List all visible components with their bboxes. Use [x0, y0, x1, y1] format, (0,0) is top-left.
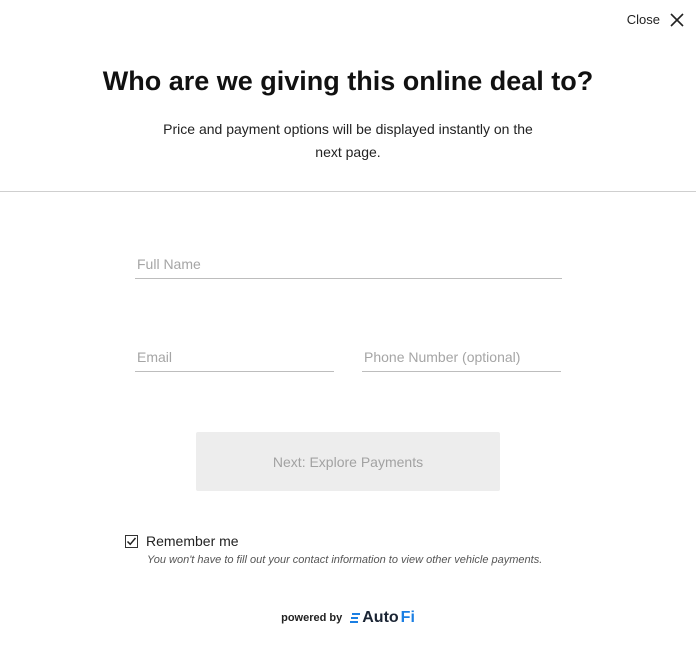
full-name-input[interactable]	[135, 255, 562, 279]
powered-by-label: powered by	[281, 612, 343, 624]
autofi-logo-icon	[350, 613, 361, 623]
remember-me-label: Remember me	[146, 533, 239, 549]
logo-text-fi: Fi	[400, 609, 415, 626]
logo-text-auto: Auto	[362, 609, 399, 626]
checkbox-box[interactable]	[125, 534, 138, 548]
remember-me-note: You won't have to fill out your contact …	[147, 554, 543, 566]
phone-input[interactable]	[362, 348, 561, 372]
email-input[interactable]	[135, 348, 334, 372]
autofi-logo: Auto Fi	[350, 609, 415, 627]
header-divider	[0, 191, 696, 192]
close-icon	[670, 12, 684, 27]
close-button[interactable]: Close	[627, 12, 684, 27]
remember-me-checkbox[interactable]: Remember me	[125, 533, 239, 549]
next-explore-payments-button[interactable]: Next: Explore Payments	[196, 432, 500, 491]
page-subtitle: Price and payment options will be displa…	[163, 121, 533, 160]
page-title: Who are we giving this online deal to?	[102, 66, 594, 96]
close-label: Close	[626, 12, 660, 27]
powered-by: powered by Auto Fi	[0, 609, 696, 627]
checkmark-icon	[126, 537, 137, 545]
